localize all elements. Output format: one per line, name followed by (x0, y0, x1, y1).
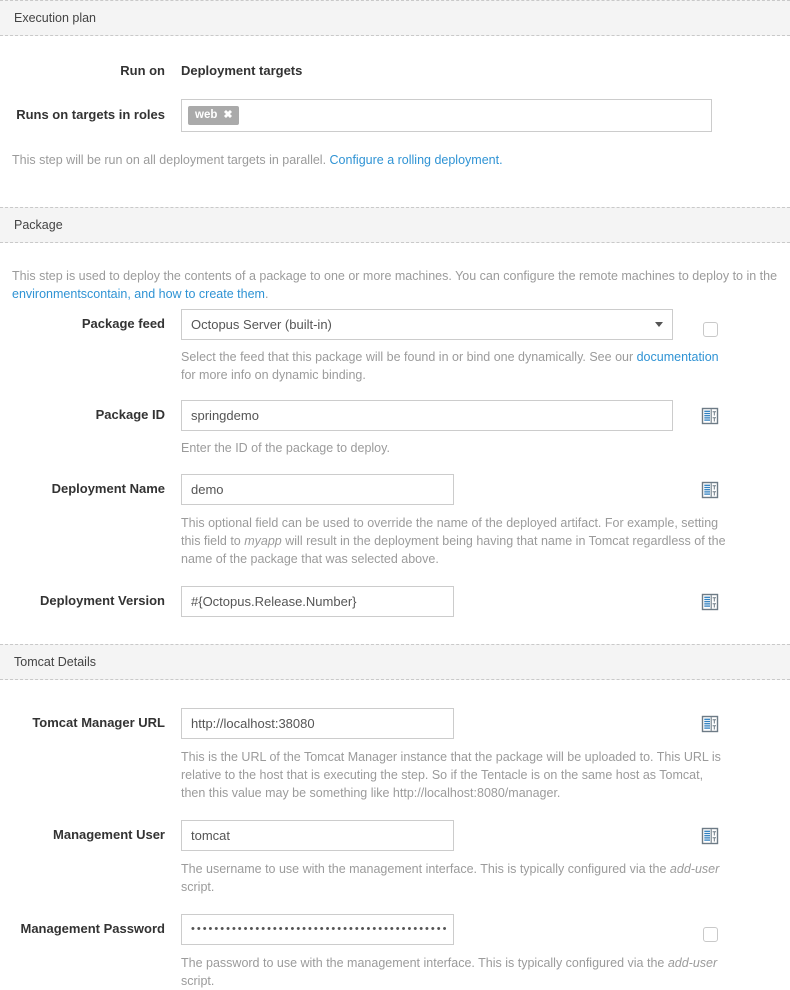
management-password-bind-checkbox[interactable] (703, 927, 718, 942)
roles-input[interactable]: web ✖ (181, 99, 712, 132)
label-package-feed: Package feed (0, 309, 181, 332)
management-password-help-part1: The password to use with the management … (181, 956, 668, 970)
tomcat-manager-url-help: This is the URL of the Tomcat Manager in… (181, 748, 726, 802)
label-tomcat-manager-url: Tomcat Manager URL (0, 708, 181, 731)
bind-variable-icon[interactable] (701, 593, 719, 611)
management-user-help-part2: script. (181, 880, 214, 894)
section-title-execution-plan: Execution plan (14, 11, 96, 25)
management-user-bind-wrap (698, 824, 722, 848)
deployment-version-input[interactable]: #{Octopus.Release.Number} (181, 586, 454, 617)
label-run-on: Run on (0, 63, 181, 79)
environments-link[interactable]: environments (12, 287, 87, 301)
label-package-id: Package ID (0, 400, 181, 423)
row-deployment-version: Deployment Version #{Octopus.Release.Num… (0, 586, 790, 617)
management-user-help-emphasis: add-user (670, 862, 719, 876)
execution-plan-note-text: This step will be run on all deployment … (12, 153, 330, 167)
execution-plan-note: This step will be run on all deployment … (12, 151, 790, 169)
deployment-version-bind-wrap (698, 590, 722, 614)
tomcat-manager-url-bind-wrap (698, 712, 722, 736)
management-user-help: The username to use with the management … (181, 860, 726, 896)
package-id-bind-wrap (698, 404, 722, 428)
package-id-input[interactable]: springdemo (181, 400, 673, 431)
package-feed-help-part1: Select the feed that this package will b… (181, 350, 637, 364)
package-feed-select[interactable]: Octopus Server (built-in) (181, 309, 673, 340)
bind-variable-icon[interactable] (701, 407, 719, 425)
package-id-help: Enter the ID of the package to deploy. (181, 439, 726, 457)
deployment-name-input[interactable]: demo (181, 474, 454, 505)
label-runs-on-targets-in-roles: Runs on targets in roles (0, 99, 181, 123)
section-title-tomcat-details: Tomcat Details (14, 655, 96, 669)
deployment-name-bind-wrap (698, 478, 722, 502)
package-intro-part1: This step is used to deploy the contents… (12, 269, 777, 283)
tomcat-manager-url-input[interactable]: http://localhost:38080 (181, 708, 454, 739)
section-header-package: Package (0, 207, 790, 243)
run-on-value: Deployment targets (181, 63, 790, 79)
configure-rolling-deployment-link[interactable]: Configure a rolling deployment. (330, 153, 503, 167)
role-tag-label: web (195, 109, 217, 122)
row-package-feed: Package feed Octopus Server (built-in) S… (0, 309, 790, 384)
management-password-bind-checkbox-wrap (698, 922, 722, 946)
management-password-input[interactable]: ••••••••••••••••••••••••••••••••••••••••… (181, 914, 454, 945)
deployment-name-help: This optional field can be used to overr… (181, 514, 726, 568)
package-feed-bind-checkbox-wrap (698, 317, 722, 341)
row-tomcat-manager-url: Tomcat Manager URL http://localhost:3808… (0, 708, 790, 802)
row-deployment-name: Deployment Name demo (0, 474, 790, 568)
label-deployment-name: Deployment Name (0, 474, 181, 497)
package-feed-help-part2: for more info on dynamic binding. (181, 368, 366, 382)
management-user-input[interactable]: tomcat (181, 820, 454, 851)
label-management-password: Management Password (0, 914, 181, 937)
package-intro-text: This step is used to deploy the contents… (0, 267, 790, 303)
row-roles: Runs on targets in roles web ✖ (0, 99, 790, 132)
label-deployment-version: Deployment Version (0, 586, 181, 609)
documentation-link[interactable]: documentation (637, 350, 719, 364)
bind-variable-icon[interactable] (701, 715, 719, 733)
package-intro-link2[interactable]: contain, and how to create them (87, 287, 265, 301)
row-management-user: Management User tomcat (0, 820, 790, 896)
role-tag-web[interactable]: web ✖ (188, 106, 239, 125)
package-intro-part2: . (265, 287, 268, 301)
package-feed-help: Select the feed that this package will b… (181, 348, 726, 384)
management-user-help-part1: The username to use with the management … (181, 862, 670, 876)
management-password-help-emphasis: add-user (668, 956, 717, 970)
management-password-help: The password to use with the management … (181, 954, 726, 990)
row-run-on: Run on Deployment targets (0, 63, 790, 79)
section-header-tomcat-details: Tomcat Details (0, 644, 790, 680)
label-management-user: Management User (0, 820, 181, 843)
section-header-execution-plan: Execution plan (0, 0, 790, 36)
row-package-id: Package ID springdemo (0, 400, 790, 457)
bind-variable-icon[interactable] (701, 827, 719, 845)
package-feed-value: Octopus Server (built-in) (191, 317, 332, 332)
package-feed-bind-checkbox[interactable] (703, 322, 718, 337)
section-title-package: Package (14, 218, 63, 232)
step-configuration-page: Execution plan Run on Deployment targets… (0, 0, 790, 990)
management-password-help-part2: script. (181, 974, 214, 988)
chevron-down-icon[interactable] (655, 322, 663, 327)
row-management-password: Management Password ••••••••••••••••••••… (0, 914, 790, 990)
bind-variable-icon[interactable] (701, 481, 719, 499)
role-tag-remove-icon[interactable]: ✖ (223, 109, 232, 122)
deployment-name-help-emphasis: myapp (244, 534, 282, 548)
